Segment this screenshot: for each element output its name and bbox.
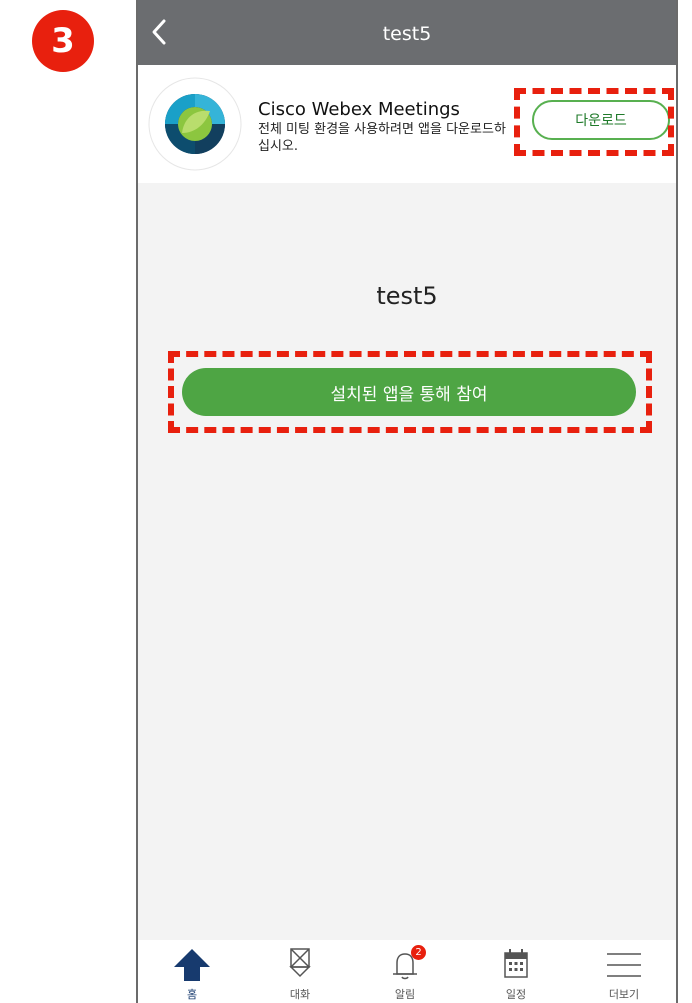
- tab-more[interactable]: 더보기: [584, 940, 664, 1003]
- phone-screen: test5 Cisco Webex Meetings 전체 미팅 환경을 사용하…: [136, 0, 678, 1003]
- tab-label: 더보기: [608, 988, 640, 1001]
- meeting-title: test5: [376, 282, 438, 310]
- step-number-badge: 3: [32, 10, 94, 72]
- tab-label: 일정: [505, 988, 527, 1001]
- page-title: test5: [382, 23, 432, 45]
- chat-icon: [289, 948, 311, 978]
- app-name: Cisco Webex Meetings: [258, 99, 460, 120]
- notification-count-badge: 2: [411, 945, 426, 960]
- webex-logo-icon: [148, 77, 242, 171]
- download-highlight-box: [514, 88, 674, 156]
- tab-label: 알림: [394, 988, 416, 1001]
- tab-label: 홈: [186, 988, 198, 1001]
- app-description: 전체 미팅 환경을 사용하려면 앱을 다운로드하십시오.: [258, 122, 506, 154]
- join-highlight-box: [168, 351, 652, 433]
- menu-icon: [607, 953, 641, 977]
- tab-chat[interactable]: 대화: [260, 940, 340, 1003]
- tab-notifications[interactable]: 2 알림: [365, 940, 445, 1003]
- top-bar: test5: [138, 0, 676, 65]
- tab-schedule[interactable]: 일정: [476, 940, 556, 1003]
- home-icon: [174, 949, 210, 981]
- bottom-tab-bar: 홈 대화 2 알림 일정 더보기: [138, 940, 676, 1003]
- tab-home[interactable]: 홈: [152, 940, 232, 1003]
- calendar-icon: [504, 949, 528, 978]
- tab-label: 대화: [289, 988, 311, 1001]
